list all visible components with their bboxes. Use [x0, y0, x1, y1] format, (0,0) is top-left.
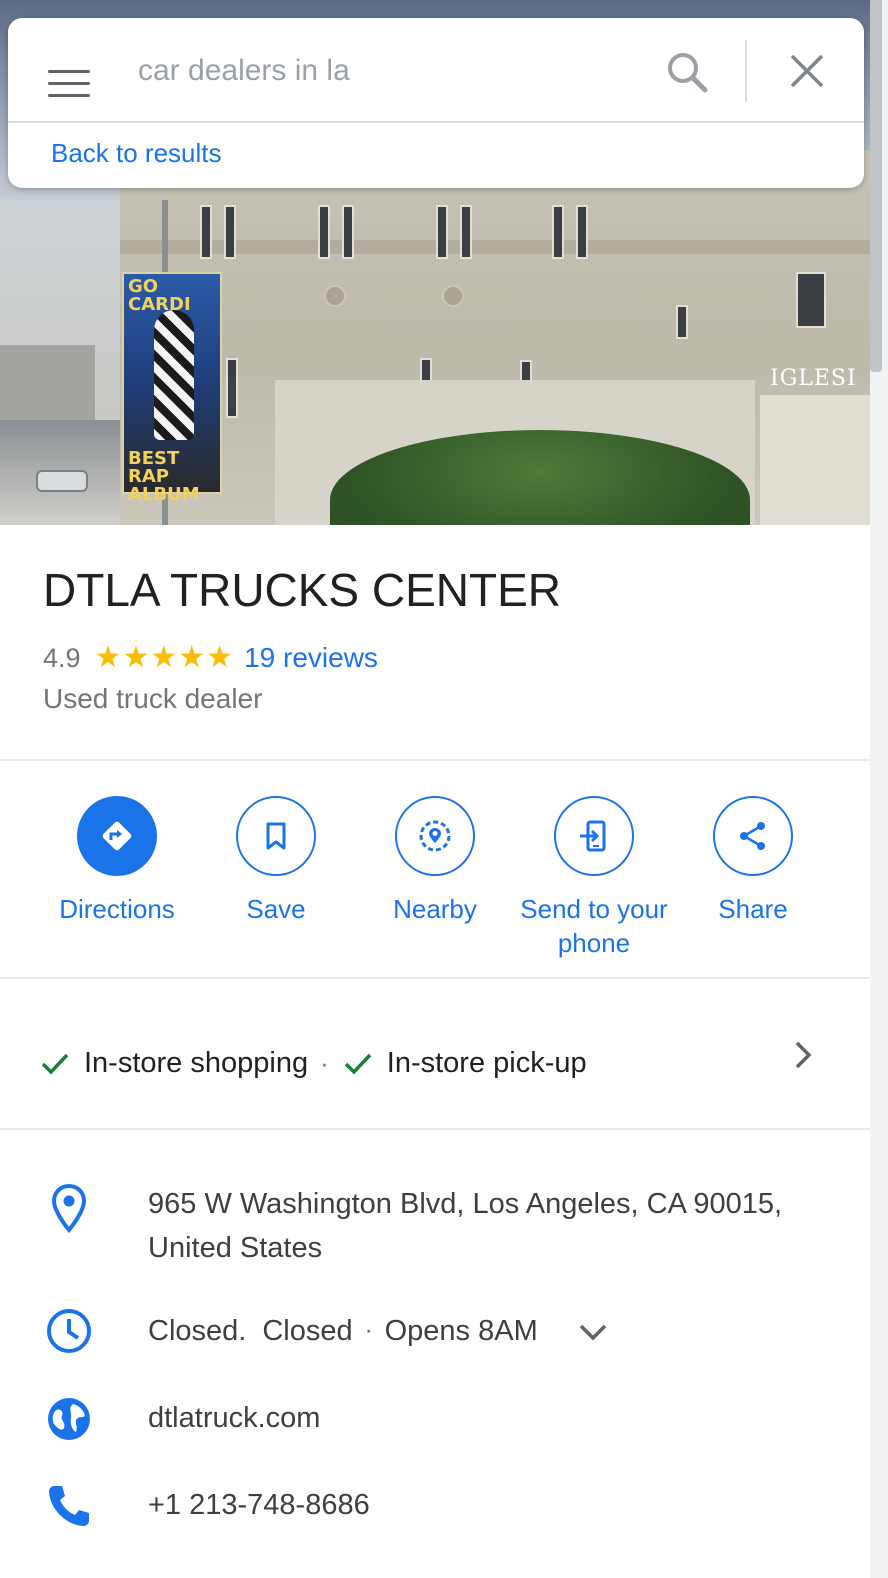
rating-value: 4.9 — [43, 642, 81, 673]
photo-left-building — [0, 345, 95, 425]
chevron-right-icon[interactable] — [786, 1036, 820, 1074]
send-to-phone-icon — [554, 796, 634, 876]
photo-window — [318, 205, 330, 259]
nearby-button[interactable]: Nearby — [355, 796, 515, 926]
photo-window — [576, 205, 588, 259]
menu-icon-bar — [48, 94, 90, 97]
banner-figure — [154, 310, 194, 440]
amenity-in-store-shopping: In-store shopping — [84, 1046, 309, 1079]
hours-row[interactable]: Closed. Closed · Opens 8AM — [148, 1309, 610, 1353]
photo-window — [224, 205, 236, 259]
back-to-results-link[interactable]: Back to results — [51, 138, 222, 169]
address-line-2[interactable]: United States — [148, 1226, 322, 1270]
photo-window — [342, 205, 354, 259]
share-icon — [713, 796, 793, 876]
star-icon: ★ — [94, 640, 122, 675]
photo-window — [200, 205, 212, 259]
search-divider — [745, 40, 747, 102]
star-icon: ★ — [150, 640, 178, 675]
photo-window — [676, 305, 688, 339]
clock-icon — [47, 1309, 91, 1353]
card-divider — [8, 121, 864, 123]
website-link[interactable]: dtlatruck.com — [148, 1396, 320, 1440]
hours-status: Closed. — [148, 1314, 247, 1347]
banner-top-text: GO CARDI — [128, 276, 191, 315]
building-sign: IGLESI — [770, 366, 857, 391]
place-category: Used truck dealer — [43, 683, 263, 714]
close-icon[interactable] — [784, 48, 830, 94]
nearby-icon — [395, 796, 475, 876]
search-card: Back to results — [8, 18, 864, 188]
photo-round-window — [442, 285, 464, 307]
amenities-row[interactable]: In-store shopping · In-store pick-up — [38, 1038, 838, 1088]
rating-row: 4.9 ★ ★ ★ ★ ★ 19 reviews — [43, 638, 378, 678]
directions-button[interactable]: Directions — [37, 796, 197, 926]
photo-banner: GO CARDI BEST RAP ALBUM — [122, 272, 222, 504]
star-icon: ★ — [122, 640, 150, 675]
save-label: Save — [246, 894, 306, 924]
photo-round-window — [324, 285, 346, 307]
scrollbar-thumb[interactable] — [870, 0, 882, 372]
bookmark-icon — [236, 796, 316, 876]
photo-car — [36, 470, 88, 492]
share-label: Share — [718, 894, 788, 924]
amenity-in-store-pickup: In-store pick-up — [386, 1046, 587, 1079]
globe-icon — [48, 1398, 90, 1440]
place-title: DTLA TRUCKS CENTER — [43, 564, 562, 616]
amenity-separator: · — [320, 1047, 329, 1078]
location-pin-icon — [51, 1183, 87, 1234]
photo-window — [796, 272, 826, 328]
banner-bottom-text: BEST RAP ALBUM — [128, 448, 200, 505]
nearby-label: Nearby — [393, 894, 477, 924]
check-icon — [344, 1053, 372, 1075]
check-icon — [41, 1053, 69, 1075]
directions-label: Directions — [59, 894, 175, 924]
photo-window — [460, 205, 472, 259]
search-input[interactable] — [138, 48, 638, 94]
photo-wall — [760, 395, 870, 525]
phone-number[interactable]: +1 213-748-8686 — [148, 1483, 370, 1527]
send-to-phone-label: Send to your phone — [520, 894, 668, 958]
photo-window — [226, 358, 238, 418]
send-to-phone-button[interactable]: Send to your phone — [514, 796, 674, 960]
search-icon[interactable] — [663, 48, 711, 96]
section-divider — [0, 759, 870, 761]
save-button[interactable]: Save — [196, 796, 356, 926]
star-icon: ★ — [206, 640, 234, 675]
share-button[interactable]: Share — [673, 796, 833, 926]
hours-opens: Opens 8AM — [384, 1314, 538, 1347]
directions-icon — [77, 796, 157, 876]
address-line-1[interactable]: 965 W Washington Blvd, Los Angeles, CA 9… — [148, 1182, 782, 1226]
star-icon: ★ — [178, 640, 206, 675]
menu-icon-bar — [48, 82, 90, 85]
star-rating: ★ ★ ★ ★ ★ — [95, 643, 235, 673]
chevron-down-icon[interactable] — [576, 1314, 610, 1348]
reviews-link[interactable]: 19 reviews — [244, 642, 378, 674]
photo-window — [436, 205, 448, 259]
section-divider — [0, 977, 870, 979]
hours-separator: · — [364, 1317, 373, 1344]
menu-icon[interactable] — [48, 70, 90, 102]
phone-icon — [49, 1486, 89, 1526]
photo-window — [552, 205, 564, 259]
hours-closed: Closed — [262, 1314, 353, 1347]
section-divider — [0, 1128, 870, 1130]
menu-icon-bar — [48, 70, 90, 73]
